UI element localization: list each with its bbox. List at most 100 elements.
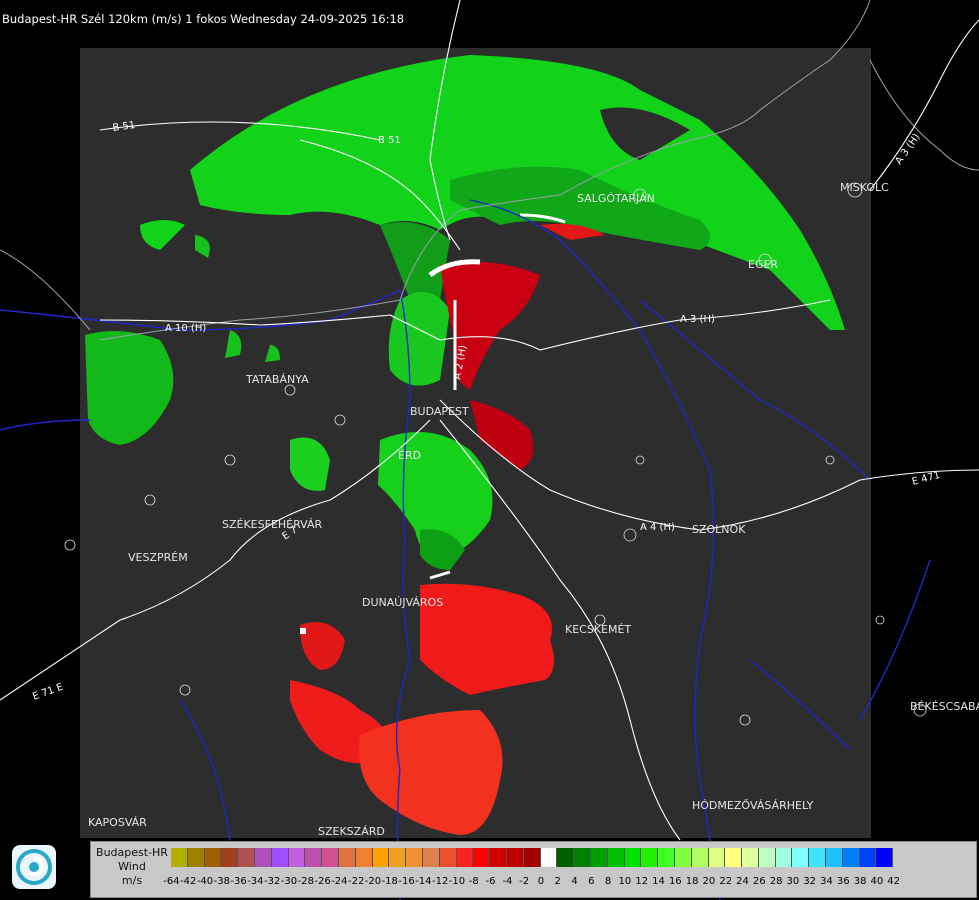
road-label-e71: E 71 E bbox=[31, 682, 65, 703]
city-label-tatabanya: TATABÁNYA bbox=[245, 373, 309, 386]
city-label-szekesfehervar: SZÉKESFEHÉRVÁR bbox=[222, 518, 323, 531]
road-label-a10: A 10 (H) bbox=[165, 323, 206, 334]
legend-swatch bbox=[490, 848, 507, 867]
legend-tick-label: 0 bbox=[537, 876, 545, 887]
road-label-a3b: A 3 (H) bbox=[680, 314, 715, 325]
city-label-dunaujvaros: DUNAÚJVÁROS bbox=[362, 596, 443, 609]
legend-tick-label: -42 bbox=[180, 876, 197, 887]
legend-swatch bbox=[322, 848, 339, 867]
legend-swatch bbox=[725, 848, 743, 867]
legend-tick-label: 24 bbox=[736, 876, 749, 887]
legend-title: Budapest-HR Wind m/s bbox=[93, 846, 171, 888]
legend-swatch bbox=[288, 848, 306, 867]
legend-swatch bbox=[540, 848, 558, 867]
legend-tick-label: 38 bbox=[853, 876, 867, 887]
legend-swatch bbox=[187, 848, 205, 867]
legend-tick-label: 32 bbox=[803, 876, 817, 887]
legend-swatch bbox=[809, 848, 827, 867]
city-label-miskolc: MISKOLC bbox=[840, 181, 889, 194]
legend-line-3: m/s bbox=[121, 874, 143, 887]
legend-tick-label: 36 bbox=[836, 876, 850, 887]
legend-tick-label: -8 bbox=[468, 876, 479, 887]
legend-tick-label: 40 bbox=[870, 876, 884, 887]
legend-tick-label: 20 bbox=[702, 876, 716, 887]
legend-swatch bbox=[557, 848, 575, 867]
legend-tick-label: 28 bbox=[769, 876, 783, 887]
city-label-salgotarjan: SALGÓTARJÁN bbox=[577, 192, 655, 205]
legend-swatch bbox=[691, 848, 709, 867]
legend-swatch bbox=[742, 848, 759, 867]
road-label-a4: A 4 (H) bbox=[640, 522, 675, 533]
legend-swatch bbox=[338, 848, 356, 867]
legend-tick-label: 6 bbox=[588, 876, 595, 887]
legend-swatch bbox=[523, 848, 541, 867]
legend-tick-label: -10 bbox=[448, 876, 466, 887]
legend-tick-label: 2 bbox=[554, 876, 561, 887]
legend-tick-label: 42 bbox=[887, 876, 901, 887]
legend-swatch bbox=[624, 848, 642, 867]
legend-swatch bbox=[792, 848, 810, 867]
legend-swatch bbox=[305, 848, 323, 867]
legend-tick-label: -34 bbox=[247, 876, 264, 887]
legend-swatch bbox=[758, 848, 776, 867]
legend-swatch bbox=[372, 848, 390, 867]
legend-swatch bbox=[876, 848, 894, 867]
legend-tick-label: 4 bbox=[571, 876, 578, 887]
city-label-hodmezovasarhely: HÓDMEZŐVÁSÁRHELY bbox=[692, 798, 814, 812]
legend-tick-label: -16 bbox=[398, 876, 415, 887]
legend-tick-label: -14 bbox=[415, 876, 432, 887]
legend-swatch bbox=[641, 848, 659, 867]
legend-tick-label: -20 bbox=[364, 876, 382, 887]
city-label-szolnok: SZOLNOK bbox=[692, 523, 746, 536]
legend-swatches bbox=[171, 848, 894, 867]
legend-tick-label: 26 bbox=[752, 876, 766, 887]
legend-swatch bbox=[204, 848, 222, 867]
legend-tick-label: 16 bbox=[668, 876, 682, 887]
legend-swatch bbox=[607, 848, 625, 867]
legend-ticks: -64 -42 -40 -38 -36 -34 -32 -30 -28 -26 -24 -22 -20-… bbox=[163, 876, 902, 887]
legend-swatch bbox=[238, 848, 255, 867]
city-label-budapest: BUDAPEST bbox=[410, 405, 469, 418]
legend-tick-label: -24 bbox=[331, 876, 348, 887]
legend-swatch bbox=[406, 848, 423, 867]
city-label-erd: ÉRD bbox=[398, 449, 421, 462]
legend-swatch bbox=[473, 848, 491, 867]
legend-tick-label: -40 bbox=[196, 876, 214, 887]
city-label-veszprem: VESZPRÉM bbox=[128, 551, 188, 564]
legend-swatch bbox=[389, 848, 407, 867]
legend-swatch bbox=[658, 848, 675, 867]
legend-tick-label: 14 bbox=[652, 876, 665, 887]
legend-tick-label: -18 bbox=[381, 876, 398, 887]
legend-swatch bbox=[254, 848, 272, 867]
city-label-kecskemet: KECSKEMÉT bbox=[565, 623, 631, 636]
legend-tick-label: -38 bbox=[213, 876, 230, 887]
legend-tick-label: -28 bbox=[297, 876, 314, 887]
legend-swatch bbox=[456, 848, 474, 867]
legend-tick-label: -12 bbox=[431, 876, 449, 887]
legend-tick-label: -64 bbox=[163, 876, 180, 887]
legend-tick-label: -36 bbox=[230, 876, 247, 887]
legend-tick-label: 8 bbox=[604, 876, 612, 887]
legend-tick-label: -4 bbox=[502, 876, 513, 887]
legend-tick-label: -30 bbox=[280, 876, 298, 887]
city-label-szekszard: SZEKSZÁRD bbox=[318, 825, 385, 838]
legend-tick-label: 34 bbox=[820, 876, 833, 887]
legend-swatch bbox=[422, 848, 440, 867]
legend-tick-label: -32 bbox=[264, 876, 281, 887]
city-label-bekescsaba: BÉKÉSCSABA bbox=[910, 700, 979, 713]
legend-swatch bbox=[859, 848, 877, 867]
legend-tick-label: 10 bbox=[618, 876, 632, 887]
map-title: Budapest-HR Szél 120km (m/s) 1 fokos Wed… bbox=[2, 12, 405, 26]
legend-swatch bbox=[775, 848, 793, 867]
legend-tick-label: -26 bbox=[314, 876, 331, 887]
road-label-b51b: B 51 bbox=[378, 135, 401, 146]
legend-swatch bbox=[590, 848, 608, 867]
met-service-logo bbox=[12, 845, 56, 889]
legend-swatch bbox=[271, 848, 289, 867]
city-label-eger: EGER bbox=[748, 258, 778, 271]
legend-tick-label: 12 bbox=[635, 876, 649, 887]
legend-tick-label: -22 bbox=[347, 876, 365, 887]
legend-swatch bbox=[439, 848, 457, 867]
swirl-icon bbox=[16, 849, 52, 885]
legend-swatch bbox=[574, 848, 591, 867]
